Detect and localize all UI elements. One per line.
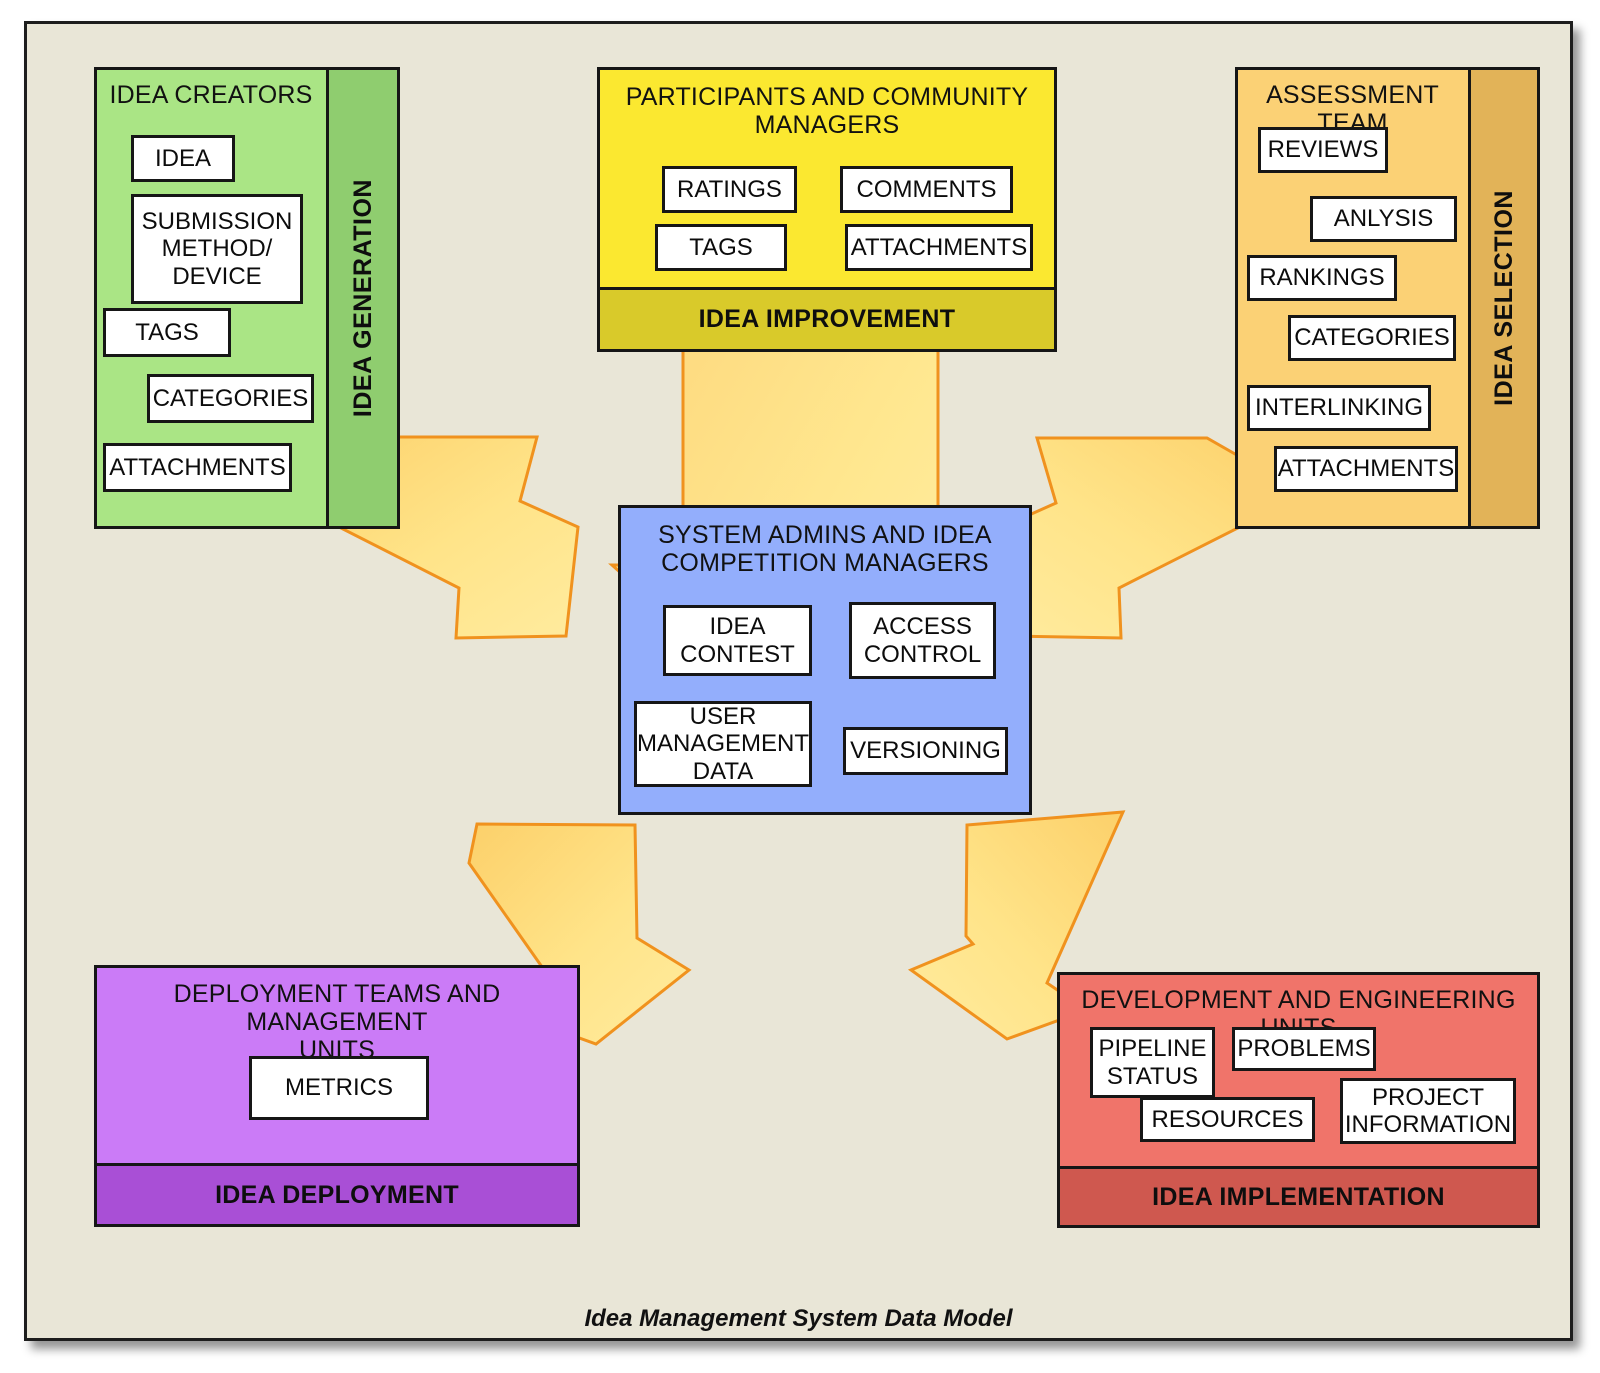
phase-strip-idea-deployment[interactable]: IDEA DEPLOYMENT	[94, 1163, 580, 1227]
chip-attachments[interactable]: ATTACHMENTS	[845, 224, 1033, 271]
chip-attachments[interactable]: ATTACHMENTS	[103, 443, 292, 492]
chip-submission-method-device[interactable]: SUBMISSION METHOD/ DEVICE	[131, 194, 303, 304]
actor-box-deployment-teams-management-units[interactable]: DEPLOYMENT TEAMS AND MANAGEMENT UNITS ME…	[94, 965, 580, 1227]
chip-idea-contest[interactable]: IDEA CONTEST	[663, 605, 812, 676]
chip-ratings[interactable]: RATINGS	[662, 166, 797, 213]
chip-categories[interactable]: CATEGORIES	[147, 374, 314, 423]
chip-attachments[interactable]: ATTACHMENTS	[1274, 446, 1458, 492]
phase-label-idea-implementation: IDEA IMPLEMENTATION	[1152, 1182, 1445, 1211]
system-admins-title: SYSTEM ADMINS AND IDEA COMPETITION MANAG…	[658, 521, 992, 577]
chip-user-management-data[interactable]: USER MANAGEMENT DATA	[634, 701, 812, 787]
chip-comments[interactable]: COMMENTS	[840, 166, 1013, 213]
phase-label-idea-improvement: IDEA IMPROVEMENT	[698, 305, 956, 333]
diagram-caption: Idea Management System Data Model	[584, 1305, 1013, 1332]
deployment-teams-title: DEPLOYMENT TEAMS AND MANAGEMENT UNITS	[173, 980, 501, 1064]
actor-box-idea-creators[interactable]: IDEA CREATORS IDEA SUBMISSION METHOD/ DE…	[94, 67, 400, 529]
phase-strip-idea-improvement[interactable]: IDEA IMPROVEMENT	[597, 287, 1057, 352]
diagram-canvas: IDEA CREATORS IDEA SUBMISSION METHOD/ DE…	[0, 0, 1600, 1373]
chip-rankings[interactable]: RANKINGS	[1247, 255, 1397, 301]
phase-strip-idea-implementation[interactable]: IDEA IMPLEMENTATION	[1057, 1166, 1540, 1228]
chip-versioning[interactable]: VERSIONING	[843, 727, 1008, 775]
phase-strip-idea-selection[interactable]: IDEA SELECTION	[1468, 67, 1540, 529]
chip-interlinking[interactable]: INTERLINKING	[1247, 385, 1431, 431]
chip-pipeline-status[interactable]: PIPELINE STATUS	[1090, 1027, 1215, 1098]
chip-categories[interactable]: CATEGORIES	[1288, 315, 1456, 361]
chip-reviews[interactable]: REVIEWS	[1258, 127, 1388, 173]
phase-strip-idea-generation[interactable]: IDEA GENERATION	[326, 67, 400, 529]
chip-problems[interactable]: PROBLEMS	[1232, 1027, 1376, 1071]
chip-anlysis[interactable]: ANLYSIS	[1310, 196, 1457, 242]
actor-box-participants-community-managers[interactable]: PARTICIPANTS AND COMMUNITY MANAGERS RATI…	[597, 67, 1057, 352]
phase-label-idea-generation: IDEA GENERATION	[348, 178, 377, 418]
actor-box-system-admins-competition-managers[interactable]: SYSTEM ADMINS AND IDEA COMPETITION MANAG…	[618, 505, 1032, 815]
chip-project-information[interactable]: PROJECT INFORMATION	[1340, 1078, 1516, 1144]
participants-title: PARTICIPANTS AND COMMUNITY MANAGERS	[625, 83, 1029, 139]
chip-tags[interactable]: TAGS	[655, 224, 787, 271]
chip-tags[interactable]: TAGS	[103, 308, 231, 357]
chip-access-control[interactable]: ACCESS CONTROL	[849, 602, 996, 679]
chip-idea[interactable]: IDEA	[131, 135, 235, 182]
phase-label-idea-selection: IDEA SELECTION	[1489, 190, 1518, 406]
chip-resources[interactable]: RESOURCES	[1140, 1097, 1315, 1142]
actor-box-assessment-team[interactable]: ASSESSMENT TEAM REVIEWS ANLYSIS RANKINGS…	[1235, 67, 1540, 529]
diagram-frame: IDEA CREATORS IDEA SUBMISSION METHOD/ DE…	[24, 21, 1573, 1341]
chip-metrics[interactable]: METRICS	[249, 1056, 429, 1120]
actor-box-development-engineering-units[interactable]: DEVELOPMENT AND ENGINEERING UNITS PIPELI…	[1057, 972, 1540, 1228]
phase-label-idea-deployment: IDEA DEPLOYMENT	[215, 1180, 459, 1209]
